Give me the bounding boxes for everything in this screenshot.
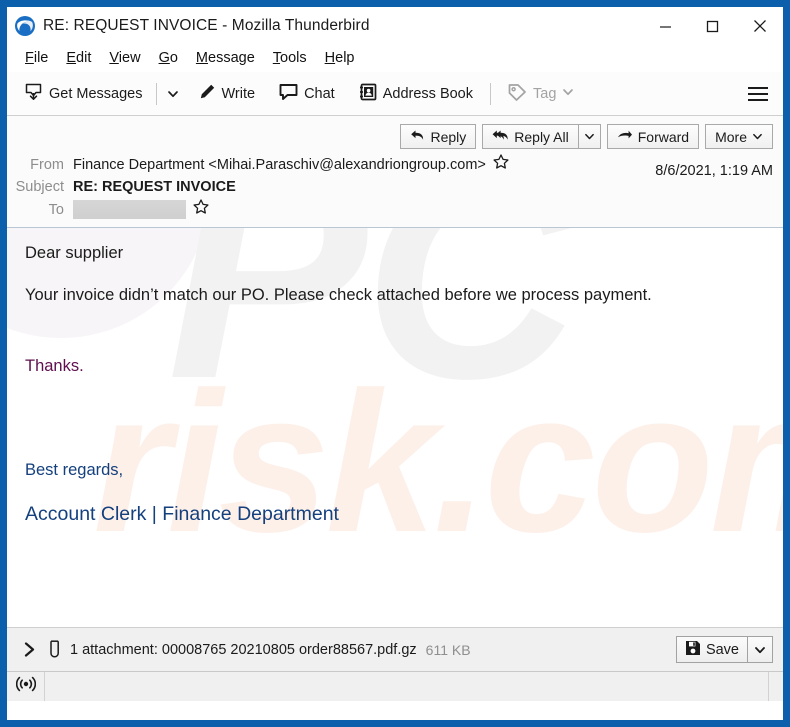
minimize-button[interactable] [642, 7, 689, 45]
forward-label: Forward [637, 128, 690, 145]
reply-button[interactable]: Reply [400, 124, 477, 149]
to-value-redacted[interactable] [73, 200, 186, 219]
chat-button[interactable]: Chat [272, 77, 342, 111]
message-body-text: Dear supplier Your invoice didn’t match … [7, 228, 783, 525]
more-label: More [715, 128, 747, 145]
from-label: From [30, 156, 64, 173]
forward-button[interactable]: Forward [606, 124, 700, 149]
menu-view[interactable]: View [100, 47, 149, 69]
window-title: RE: REQUEST INVOICE - Mozilla Thunderbir… [43, 17, 370, 34]
body-signature: Account Clerk | Finance Department [25, 503, 339, 526]
menu-edit[interactable]: Edit [57, 47, 100, 69]
reply-all-split-button: Reply All [482, 124, 601, 149]
message-date: 8/6/2021, 1:19 AM [655, 163, 773, 179]
attachment-summary[interactable]: 1 attachment: 00008765 20210805 order885… [70, 642, 417, 658]
status-message-area [45, 672, 768, 701]
body-greeting: Dear supplier [25, 244, 124, 262]
subject-value: RE: REQUEST INVOICE [73, 179, 236, 195]
window-client-area: RE: REQUEST INVOICE - Mozilla Thunderbir… [7, 7, 783, 720]
message-action-buttons: Reply Reply All Forward More [7, 116, 783, 153]
title-bar: RE: REQUEST INVOICE - Mozilla Thunderbir… [7, 7, 783, 45]
save-attachment-split-button: Save [675, 636, 773, 663]
menu-tools[interactable]: Tools [264, 47, 316, 69]
write-button[interactable]: Write [191, 77, 263, 111]
star-icon-to[interactable] [193, 199, 209, 220]
body-spacer-2 [25, 400, 765, 462]
to-label: To [48, 201, 64, 218]
menu-bar: File Edit View Go Message Tools Help [7, 45, 783, 72]
tag-button[interactable]: Tag [501, 77, 581, 111]
reply-arrow-icon [410, 129, 425, 145]
thunderbird-icon [14, 15, 36, 37]
write-label: Write [221, 85, 256, 102]
body-paragraph: Your invoice didn’t match our PO. Please… [25, 286, 652, 305]
tag-dropdown-icon[interactable] [562, 86, 574, 102]
chat-bubble-icon [279, 83, 298, 105]
body-regards: Best regards, [25, 460, 124, 479]
download-mail-icon [24, 82, 43, 105]
broadcast-icon [15, 676, 36, 697]
tag-label: Tag [533, 85, 557, 102]
pencil-icon [198, 83, 216, 105]
reply-all-button[interactable]: Reply All [483, 125, 577, 148]
save-label: Save [705, 641, 739, 658]
status-icon-cell[interactable] [7, 672, 45, 701]
menu-go[interactable]: Go [150, 47, 187, 69]
menu-file[interactable]: File [16, 47, 57, 69]
address-book-label: Address Book [382, 85, 473, 102]
status-resize-grip[interactable] [768, 672, 769, 701]
body-spacer-1 [25, 330, 765, 358]
app-menu-icon[interactable] [743, 79, 773, 109]
get-messages-label: Get Messages [49, 85, 143, 102]
attachment-bar: 1 attachment: 00008765 20210805 order885… [7, 628, 783, 672]
paperclip-icon [44, 639, 66, 661]
message-body-pane: PC risk.com Dear supplier Your invoice d… [7, 228, 783, 628]
menu-message[interactable]: Message [187, 47, 264, 69]
address-book-button[interactable]: Address Book [352, 77, 480, 111]
maximize-button[interactable] [689, 7, 736, 45]
star-icon-from[interactable] [493, 154, 509, 175]
reply-all-dropdown[interactable] [579, 125, 600, 148]
toolbar-divider-2 [490, 82, 491, 105]
reply-all-arrow-icon [492, 129, 509, 145]
menu-help[interactable]: Help [316, 47, 364, 69]
message-header: Reply Reply All Forward More From Financ… [7, 116, 783, 228]
get-messages-dropdown[interactable] [163, 77, 183, 111]
more-button[interactable]: More [705, 124, 773, 149]
body-thanks: Thanks. [25, 356, 84, 375]
thunderbird-window: RE: REQUEST INVOICE - Mozilla Thunderbir… [0, 0, 790, 727]
toolbar-divider-1 [155, 82, 157, 105]
get-messages-button[interactable]: Get Messages [17, 77, 150, 111]
save-dropdown[interactable] [748, 637, 772, 662]
expand-attachments-icon[interactable] [18, 639, 40, 661]
close-button[interactable] [736, 7, 783, 45]
from-value[interactable]: Finance Department <Mihai.Paraschiv@alex… [73, 157, 486, 173]
to-row: To [7, 198, 783, 221]
more-dropdown-icon [752, 129, 763, 145]
attachment-size: 611 KB [425, 641, 471, 658]
address-book-icon [359, 83, 377, 105]
floppy-disk-icon [685, 640, 701, 660]
subject-label: Subject [15, 179, 64, 195]
reply-all-label: Reply All [514, 128, 569, 145]
tag-icon [508, 83, 527, 105]
subject-row: Subject RE: REQUEST INVOICE [7, 176, 783, 198]
chat-label: Chat [304, 85, 335, 102]
status-bar [7, 672, 783, 701]
forward-arrow-icon [617, 129, 633, 145]
main-toolbar: Get Messages Write Chat Address Book Tag [7, 72, 783, 116]
save-attachment-button[interactable]: Save [677, 637, 747, 662]
reply-label: Reply [430, 128, 467, 145]
window-controls [642, 7, 783, 45]
